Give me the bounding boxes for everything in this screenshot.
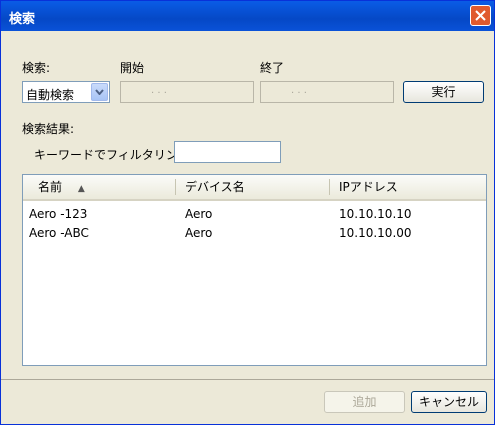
filter-label: キーワードでフィルタリング: (34, 148, 194, 162)
search-mode-value: 自動検索 (26, 88, 75, 102)
keyword-filter-input[interactable] (174, 141, 281, 163)
chevron-down-icon (95, 89, 104, 95)
search-dialog: 検索 検索: 開始 終了 自動検索 . . . . . . 実行 検索結果: キ… (0, 0, 495, 425)
cell-ip: 10.10.10.10 (339, 207, 412, 221)
end-label: 終了 (260, 61, 285, 75)
add-button[interactable]: 追加 (324, 391, 405, 413)
start-date-placeholder: . . . (151, 85, 167, 96)
close-icon (475, 10, 486, 21)
end-date-placeholder: . . . (291, 85, 307, 96)
table-row[interactable]: Aero -123 Aero 10.10.10.10 (23, 206, 486, 223)
table-row[interactable]: Aero -ABC Aero 10.10.10.00 (23, 225, 486, 242)
results-label: 検索結果: (22, 122, 75, 136)
run-button[interactable]: 実行 (403, 81, 484, 103)
cancel-button[interactable]: キャンセル (411, 391, 487, 413)
cell-device: Aero (185, 226, 213, 240)
window-title: 検索 (9, 12, 36, 27)
column-name-label: 名前 (38, 180, 63, 194)
title-bar[interactable]: 検索 (1, 1, 494, 31)
close-button[interactable] (470, 5, 491, 26)
list-header: 名前 ▲ デバイス名 IPアドレス (23, 175, 486, 201)
column-header-device[interactable]: デバイス名 (185, 175, 245, 199)
cell-ip: 10.10.10.00 (339, 226, 412, 240)
cell-name: Aero -123 (29, 207, 88, 221)
column-header-name[interactable]: 名前 ▲ (38, 175, 85, 199)
start-date-field[interactable]: . . . (120, 81, 254, 103)
cell-name: Aero -ABC (29, 226, 89, 240)
search-mode-label: 検索: (22, 61, 51, 75)
footer-divider (1, 379, 494, 380)
results-list[interactable]: 名前 ▲ デバイス名 IPアドレス Aero -123 Aero 10.10.1… (22, 174, 487, 366)
dropdown-arrow[interactable] (91, 83, 108, 101)
cell-device: Aero (185, 207, 213, 221)
column-divider[interactable] (175, 179, 176, 195)
column-divider[interactable] (329, 179, 330, 195)
start-label: 開始 (120, 61, 145, 75)
column-header-ip[interactable]: IPアドレス (339, 175, 398, 199)
search-mode-select[interactable]: 自動検索 (22, 81, 110, 103)
sort-ascending-icon: ▲ (77, 184, 85, 194)
end-date-field[interactable]: . . . (260, 81, 394, 103)
